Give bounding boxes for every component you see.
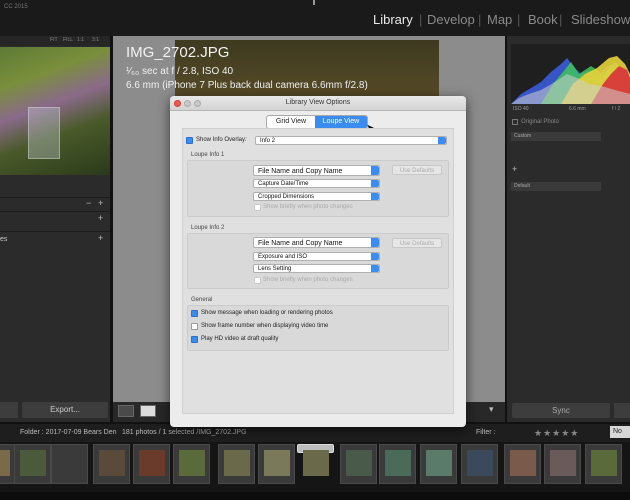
overlay-lens: 6.6 mm (iPhone 7 Plus back dual camera 6… <box>126 80 368 91</box>
overlay-filename: IMG_2702.JPG <box>126 44 230 61</box>
filter-label: Filter : <box>476 429 496 436</box>
loupe-info-2-field-1[interactable]: File Name and Copy Name <box>253 237 380 248</box>
bottom-edge <box>0 492 630 500</box>
filmstrip-thumb[interactable] <box>585 444 622 484</box>
histogram[interactable] <box>511 44 630 104</box>
left-panel-row <box>0 211 110 224</box>
module-library[interactable]: Library <box>373 12 413 27</box>
default-preset-select[interactable]: Default <box>511 182 601 191</box>
show-info-overlay-checkbox[interactable] <box>186 137 193 144</box>
filmstrip-thumb[interactable] <box>544 444 581 484</box>
play-hd-draft-checkbox[interactable] <box>191 336 198 343</box>
general-title: General <box>191 297 213 303</box>
overlay-exposure: ¹⁄₆₀ sec at f / 2.8, ISO 40 <box>126 66 234 77</box>
plus-icon[interactable]: + <box>98 233 103 243</box>
plus-icon[interactable]: + <box>98 198 103 208</box>
zoom-fit[interactable]: FIT <box>50 37 58 43</box>
module-separator: | <box>517 12 521 27</box>
navigator-preview[interactable] <box>0 47 110 175</box>
sync-settings-button[interactable] <box>614 403 630 418</box>
module-slideshow[interactable]: Slideshow <box>571 12 630 27</box>
loupe-info-1-field-3[interactable]: Cropped Dimensions <box>253 192 380 201</box>
export-button[interactable]: Export... <box>22 402 108 418</box>
filmstrip-thumb[interactable] <box>93 444 130 484</box>
module-book[interactable]: Book <box>528 12 558 27</box>
filmstrip-thumb[interactable] <box>420 444 457 484</box>
show-loading-message-label: Show message when loading or rendering p… <box>201 310 333 316</box>
filmstrip-thumb[interactable] <box>0 444 15 484</box>
filmstrip-thumb[interactable] <box>504 444 541 484</box>
info-overlay-select[interactable]: Info 2 <box>255 136 447 145</box>
loupe-info-1-show-briefly-label: Show briefly when photo changes <box>263 204 353 210</box>
loupe-info-2-field-3[interactable]: Lens Setting <box>253 264 380 273</box>
folder-label[interactable]: Folder : 2017-07-09 Bears Den <box>20 429 117 436</box>
show-info-overlay-label: Show Info Overlay: <box>196 137 247 143</box>
module-separator: | <box>419 12 423 27</box>
show-frame-number-checkbox[interactable] <box>191 323 198 330</box>
module-map[interactable]: Map <box>487 12 512 27</box>
filmstrip-thumb[interactable] <box>258 444 295 484</box>
left-panel-row <box>0 197 110 210</box>
filmstrip-thumb[interactable] <box>133 444 170 484</box>
selection-status: 181 photos / 1 selected /IMG_2702.JPG <box>122 429 247 436</box>
loupe-info-1-field-1[interactable]: File Name and Copy Name <box>253 165 380 176</box>
histogram-focal: 6.6 mm <box>569 106 586 112</box>
show-frame-number-label: Show frame number when displaying video … <box>201 323 329 329</box>
filmstrip-thumb[interactable] <box>379 444 416 484</box>
loupe-info-2-use-defaults-button[interactable]: Use Defaults <box>392 238 442 248</box>
plus-icon[interactable]: + <box>512 164 517 174</box>
filmstrip-thumb[interactable] <box>173 444 210 484</box>
filmstrip-thumb[interactable] <box>218 444 255 484</box>
filmstrip-thumb-selected[interactable] <box>297 444 334 476</box>
custom-preset-select[interactable]: Custom <box>511 132 601 141</box>
play-hd-draft-label: Play HD video at draft quality <box>201 336 279 342</box>
import-button[interactable] <box>0 402 18 418</box>
sync-button[interactable]: Sync <box>512 403 610 418</box>
module-develop[interactable]: Develop <box>427 12 475 27</box>
left-panel-row <box>0 231 110 244</box>
filmstrip-thumb[interactable] <box>340 444 377 484</box>
tab-grid-view[interactable]: Grid View <box>267 116 315 128</box>
module-separator: | <box>478 12 482 27</box>
view-tabs: Grid View Loupe View <box>266 115 368 129</box>
show-loading-message-checkbox[interactable] <box>191 310 198 317</box>
dialog-title: Library View Options <box>285 99 351 106</box>
plus-icon[interactable]: + <box>98 213 103 223</box>
filmstrip-thumb[interactable] <box>461 444 498 484</box>
left-panel-label: es <box>0 236 8 243</box>
loupe-info-1-field-2[interactable]: Capture Date/Time <box>253 179 380 188</box>
filter-select[interactable]: No <box>610 426 630 438</box>
loupe-info-2-show-briefly-checkbox[interactable] <box>254 277 261 284</box>
loupe-info-1-title: Loupe Info 1 <box>191 152 225 158</box>
star-filter[interactable]: ★★★★★ <box>534 428 579 439</box>
original-photo-checkbox[interactable] <box>512 119 518 125</box>
zoom-1-1[interactable]: 1:1 <box>77 37 84 43</box>
histogram-iso: ISO 40 <box>513 106 529 112</box>
histogram-aperture: f / 2 <box>612 106 621 112</box>
loupe-info-2-field-2[interactable]: Exposure and ISO <box>253 252 380 261</box>
filmstrip-thumb[interactable] <box>14 444 51 484</box>
loupe-info-2-show-briefly-label: Show briefly when photo changes <box>263 277 353 283</box>
filmstrip-thumb[interactable] <box>51 444 88 484</box>
loupe-view-icon[interactable] <box>140 405 156 417</box>
loupe-info-1-use-defaults-button[interactable]: Use Defaults <box>392 165 442 175</box>
app-version-label: CC 2015 <box>4 4 28 10</box>
tab-loupe-view[interactable]: Loupe View <box>315 116 367 128</box>
grid-view-icon[interactable] <box>118 405 134 417</box>
chevron-down-icon[interactable]: ▾ <box>489 404 494 415</box>
zoom-fill[interactable]: FILL <box>63 37 73 43</box>
panel-toggle-marker[interactable] <box>313 0 315 5</box>
original-photo-label: Original Photo <box>521 119 560 125</box>
loupe-info-1-show-briefly-checkbox[interactable] <box>254 204 261 211</box>
minus-icon[interactable]: − <box>86 198 91 208</box>
loupe-info-2-title: Loupe Info 2 <box>191 225 225 231</box>
zoom-3-1[interactable]: 3:1 <box>92 37 99 43</box>
module-separator: | <box>559 12 563 27</box>
